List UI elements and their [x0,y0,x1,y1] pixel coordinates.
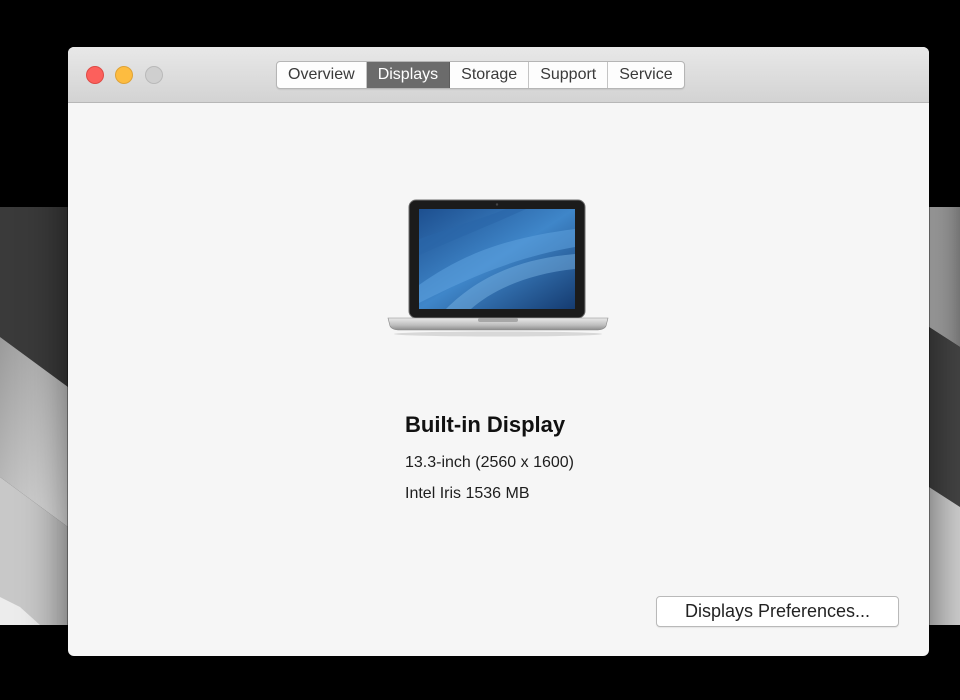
about-this-mac-window: Overview Displays Storage Support Servic… [68,47,929,656]
tab-overview[interactable]: Overview [277,62,367,88]
zoom-button[interactable] [145,66,163,84]
display-graphics: Intel Iris 1536 MB [405,485,530,502]
tab-storage[interactable]: Storage [450,62,530,88]
title-bar: Overview Displays Storage Support Servic… [68,47,929,103]
tab-support[interactable]: Support [529,62,609,88]
display-title: Built-in Display [405,412,566,437]
tab-service[interactable]: Service [608,62,683,88]
display-size-resolution: 13.3-inch (2560 x 1600) [405,454,574,471]
tab-bar: Overview Displays Storage Support Servic… [276,61,685,89]
minimize-button[interactable] [115,66,133,84]
tab-displays[interactable]: Displays [366,62,451,88]
close-button[interactable] [86,66,104,84]
macbook-pro-icon [386,199,610,337]
displays-preferences-button[interactable]: Displays Preferences... [656,596,899,627]
